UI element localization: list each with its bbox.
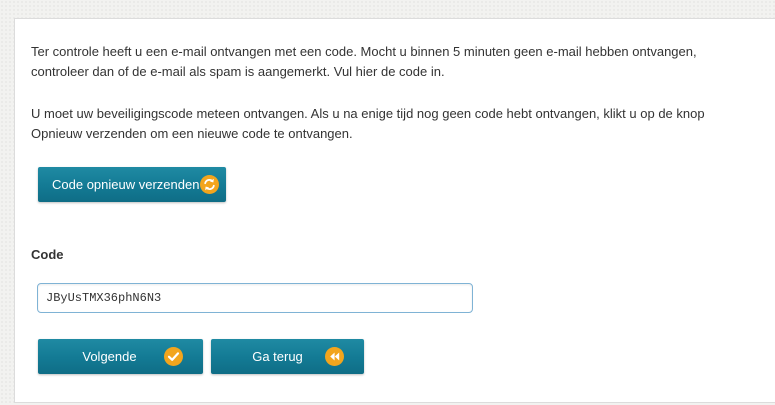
resend-code-button[interactable]: Code opnieuw verzenden [38,167,226,202]
resend-code-button-label: Code opnieuw verzenden [52,177,200,192]
rewind-icon [325,347,344,366]
next-button-label: Volgende [82,349,137,364]
code-input[interactable] [37,283,473,313]
checkmark-icon [164,347,183,366]
instruction-text-email: Ter controle heeft u een e-mail ontvange… [31,44,697,79]
verification-panel: Ter controle heeft u een e-mail ontvange… [14,18,775,403]
back-button[interactable]: Ga terug [211,339,364,374]
next-button[interactable]: Volgende [38,339,203,374]
refresh-icon [200,175,219,194]
back-button-label: Ga terug [252,349,303,364]
instruction-text-resend: U moet uw beveiligingscode meteen ontvan… [31,106,705,141]
code-label: Code [31,247,64,262]
